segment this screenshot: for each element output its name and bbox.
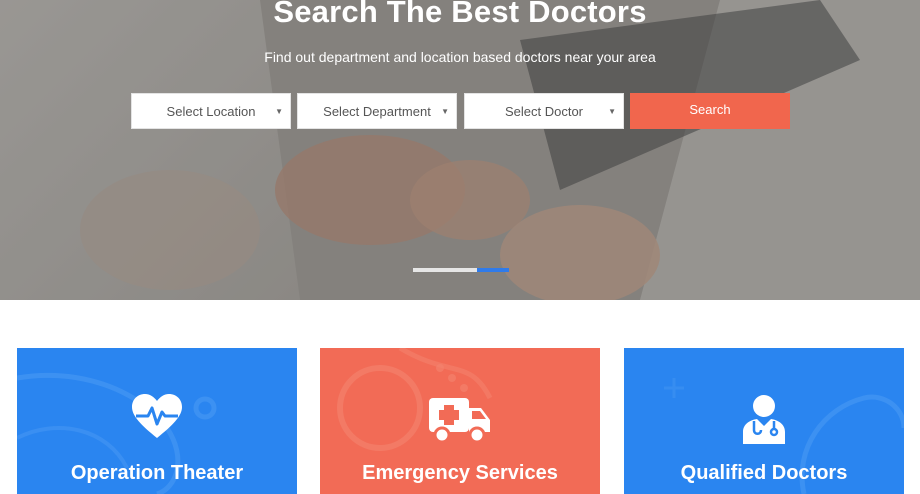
department-select[interactable]: Select Department ▼ [297, 93, 457, 129]
feature-title: Emergency Services [362, 462, 558, 484]
doctor-select[interactable]: Select Doctor ▼ [464, 93, 624, 129]
heart-pulse-icon [17, 394, 297, 444]
hero-subtitle: Find out department and location based d… [264, 49, 656, 65]
dropdown-caret-icon: ▼ [608, 107, 616, 116]
hero-section: Search The Best Doctors Find out departm… [0, 0, 920, 300]
location-select-label: Select Location [166, 103, 256, 119]
feature-card-qualified-doctors[interactable]: Qualified Doctors [624, 348, 904, 494]
search-button[interactable]: Search [630, 93, 790, 129]
hero-title: Search The Best Doctors [273, 0, 647, 29]
feature-card-emergency-services[interactable]: Emergency Services [320, 348, 600, 494]
doctor-select-label: Select Doctor [504, 103, 584, 119]
slider-dot-2-active[interactable] [477, 268, 509, 272]
doctor-icon [624, 394, 904, 444]
hero-overlay [0, 0, 920, 300]
feature-title: Qualified Doctors [680, 462, 848, 484]
department-select-label: Select Department [323, 103, 431, 119]
slider-indicator [413, 268, 509, 272]
feature-card-operation-theater[interactable]: Operation Theater [17, 348, 297, 494]
dropdown-caret-icon: ▼ [275, 107, 283, 116]
slider-dot-1[interactable] [413, 268, 477, 272]
location-select[interactable]: Select Location ▼ [131, 93, 291, 129]
dropdown-caret-icon: ▼ [441, 107, 449, 116]
ambulance-icon [320, 394, 600, 444]
feature-title: Operation Theater [70, 462, 244, 484]
